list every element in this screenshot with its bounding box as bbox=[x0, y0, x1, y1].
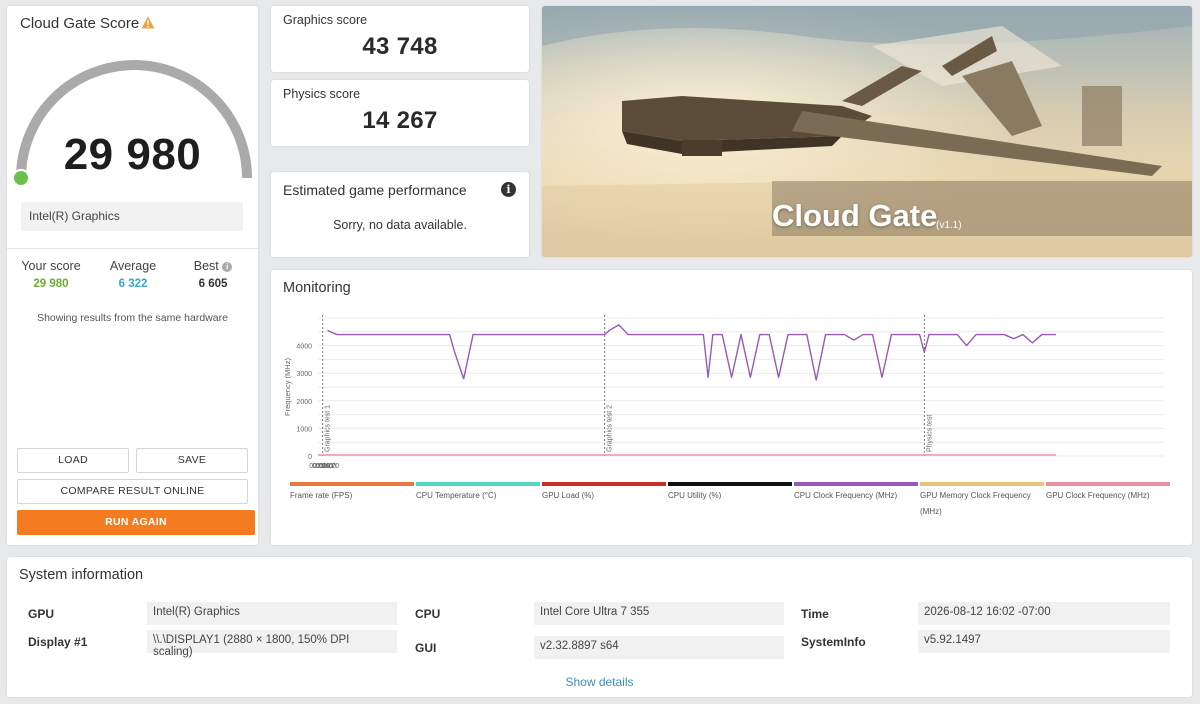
physics-score-label: Physics score bbox=[283, 87, 361, 101]
save-button[interactable]: SAVE bbox=[136, 448, 248, 473]
stat-average: Average 6 322 bbox=[91, 259, 175, 290]
y-tick-label: 3000 bbox=[296, 371, 312, 378]
score-title: Cloud Gate Score bbox=[20, 15, 140, 32]
test-marker-label: Graphics test 2 bbox=[607, 405, 614, 452]
y-tick-label: 4000 bbox=[296, 344, 312, 351]
show-details-link[interactable]: Show details bbox=[7, 675, 1192, 689]
graphics-score-value: 43 748 bbox=[362, 33, 438, 60]
legend-swatch bbox=[1046, 482, 1170, 486]
test-marker-label: Graphics test 1 bbox=[325, 405, 332, 452]
monitoring-title: Monitoring bbox=[283, 280, 351, 296]
time-value: 2026-08-12 16:02 -07:00 bbox=[918, 602, 1170, 625]
legend-item[interactable]: GPU Load (%) bbox=[542, 482, 666, 504]
time-label: Time bbox=[801, 607, 829, 621]
legend-swatch bbox=[920, 482, 1044, 486]
stat-label: Best bbox=[193, 259, 219, 273]
legend-label: GPU Memory Clock Frequency (MHz) bbox=[920, 491, 1031, 516]
legend-item[interactable]: CPU Utility (%) bbox=[668, 482, 792, 504]
stat-value: 6 322 bbox=[118, 278, 148, 290]
y-tick-label: 0 bbox=[308, 454, 312, 461]
legend-label: GPU Load (%) bbox=[542, 491, 595, 500]
banner-version: (v1.1) bbox=[936, 220, 962, 231]
estimated-performance-card: Estimated game performance i Sorry, no d… bbox=[271, 172, 529, 257]
legend-swatch bbox=[290, 482, 414, 486]
legend-label: CPU Utility (%) bbox=[668, 491, 722, 500]
y-tick-label: 2000 bbox=[296, 399, 312, 406]
gpu-label: GPU bbox=[28, 607, 55, 621]
compare-online-button[interactable]: COMPARE RESULT ONLINE bbox=[17, 479, 248, 504]
legend-item[interactable]: CPU Clock Frequency (MHz) bbox=[794, 482, 918, 504]
run-again-button[interactable]: RUN AGAIN bbox=[17, 510, 255, 535]
overall-score: 29 980 bbox=[63, 130, 202, 179]
legend-item[interactable]: GPU Memory Clock Frequency (MHz) bbox=[920, 482, 1044, 520]
load-button[interactable]: LOAD bbox=[17, 448, 129, 473]
legend-item[interactable]: CPU Temperature (°C) bbox=[416, 482, 540, 504]
monitoring-card: 4000 3000 2000 1000 0 Frequency (MHz) 00:00 00:… bbox=[271, 270, 1192, 545]
legend-item[interactable]: GPU Clock Frequency (MHz) bbox=[1046, 482, 1170, 504]
legend-item[interactable]: Frame rate (FPS) bbox=[290, 482, 414, 504]
legend-label: GPU Clock Frequency (MHz) bbox=[1046, 491, 1150, 500]
stat-label: Your score bbox=[21, 259, 81, 273]
stat-your-score: Your score 29 980 bbox=[9, 259, 93, 290]
banner-title: Cloud Gate bbox=[772, 198, 938, 233]
test-marker-label: Physics test bbox=[926, 415, 933, 452]
display-label: Display #1 bbox=[28, 635, 88, 649]
legend-swatch bbox=[668, 482, 792, 486]
gui-label: GUI bbox=[415, 641, 437, 655]
warning-icon[interactable] bbox=[141, 16, 155, 29]
estimated-performance-title: Estimated game performance bbox=[283, 182, 467, 198]
cpu-label: CPU bbox=[415, 607, 441, 621]
legend-label: Frame rate (FPS) bbox=[290, 491, 353, 500]
stat-value: 6 605 bbox=[198, 278, 228, 290]
legend-swatch bbox=[542, 482, 666, 486]
gpu-name: Intel(R) Graphics bbox=[21, 202, 243, 231]
stat-label: Average bbox=[109, 259, 157, 273]
gui-value: v2.32.8897 s64 bbox=[534, 636, 784, 659]
stat-best: Best i 6 605 bbox=[171, 259, 255, 290]
stat-value: 29 980 bbox=[33, 278, 69, 290]
systeminfo-value: v5.92.1497 bbox=[918, 630, 1170, 653]
legend-label: CPU Temperature (°C) bbox=[416, 491, 497, 500]
physics-score-card: Physics score 14 267 bbox=[271, 80, 529, 146]
benchmark-banner: Cloud Gate (v1.1) bbox=[542, 6, 1192, 257]
legend-label: CPU Clock Frequency (MHz) bbox=[794, 491, 898, 500]
series-line bbox=[327, 324, 1056, 381]
legend-swatch bbox=[416, 482, 540, 486]
system-info-card: System information GPU Intel(R) Graphics… bbox=[7, 557, 1192, 697]
physics-score-value: 14 267 bbox=[362, 107, 438, 134]
system-info-title: System information bbox=[19, 567, 144, 583]
same-hardware-note: Showing results from the same hardware bbox=[37, 312, 228, 324]
graphics-score-label: Graphics score bbox=[283, 13, 368, 27]
y-axis-label: Frequency (MHz) bbox=[283, 358, 292, 416]
systeminfo-label: SystemInfo bbox=[801, 635, 866, 649]
gpu-value: Intel(R) Graphics bbox=[147, 602, 397, 625]
graphics-score-card: Graphics score 43 748 bbox=[271, 6, 529, 72]
no-data-message: Sorry, no data available. bbox=[333, 218, 467, 232]
y-tick-label: 1000 bbox=[296, 426, 312, 433]
info-icon[interactable]: i bbox=[501, 182, 516, 197]
x-tick-label: 01:20 bbox=[322, 463, 340, 470]
legend-swatch bbox=[794, 482, 918, 486]
cpu-value: Intel Core Ultra 7 355 bbox=[534, 602, 784, 625]
display-value: \\.\DISPLAY1 (2880 × 1800, 150% DPI scal… bbox=[147, 630, 397, 658]
divider bbox=[7, 248, 258, 249]
info-icon[interactable]: i bbox=[222, 262, 233, 272]
score-card: Cloud Gate Score 29 980 Intel(R) Graphic… bbox=[7, 6, 258, 545]
